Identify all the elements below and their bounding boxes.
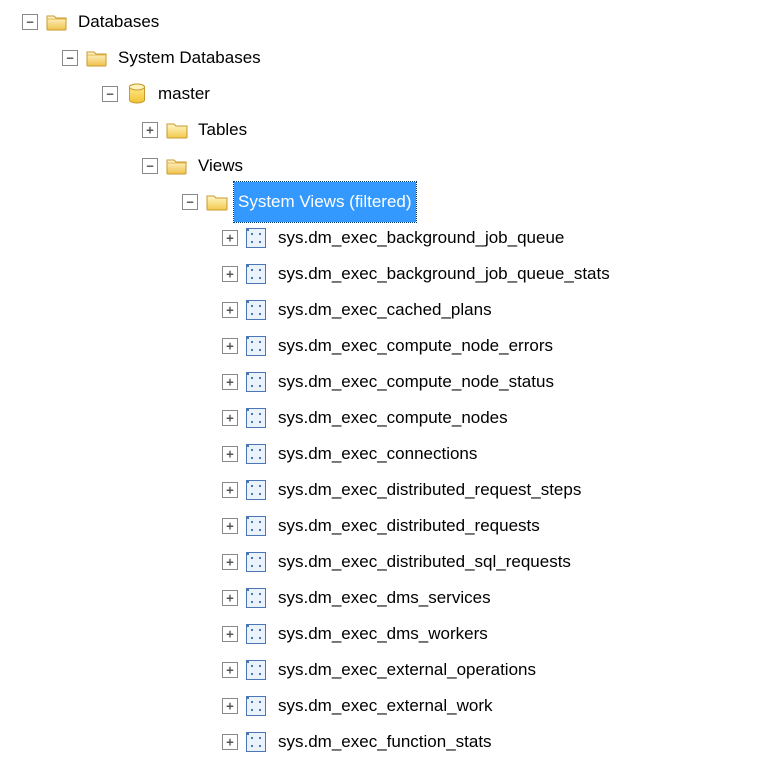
tree-node-view[interactable]: sys.dm_exec_function_stats [4, 724, 772, 760]
view-icon [246, 228, 266, 248]
tree-node-view[interactable]: sys.dm_exec_compute_nodes [4, 400, 772, 436]
node-label: sys.dm_exec_external_work [274, 686, 496, 726]
node-label: Tables [194, 110, 251, 150]
tree-node-view[interactable]: sys.dm_exec_external_operations [4, 652, 772, 688]
node-label: System Databases [114, 38, 265, 78]
expand-toggle[interactable] [142, 158, 158, 174]
expand-toggle[interactable] [222, 410, 238, 426]
tree-node-databases[interactable]: Databases [4, 4, 772, 40]
node-label: Databases [74, 2, 163, 42]
tree-node-system-databases[interactable]: System Databases [4, 40, 772, 76]
tree-node-view[interactable]: sys.dm_exec_distributed_sql_requests [4, 544, 772, 580]
tree-node-view[interactable]: sys.dm_exec_background_job_queue_stats [4, 256, 772, 292]
tree-node-view[interactable]: sys.dm_exec_background_job_queue [4, 220, 772, 256]
tree-node-view[interactable]: sys.dm_exec_compute_node_status [4, 364, 772, 400]
tree-node-views[interactable]: Views [4, 148, 772, 184]
view-icon [246, 372, 266, 392]
tree-node-view[interactable]: sys.dm_exec_external_work [4, 688, 772, 724]
database-icon [126, 84, 148, 104]
expand-toggle[interactable] [222, 662, 238, 678]
node-label: master [154, 74, 214, 114]
expand-toggle[interactable] [102, 86, 118, 102]
tree-node-view[interactable]: sys.dm_exec_dms_services [4, 580, 772, 616]
view-icon [246, 408, 266, 428]
expand-toggle[interactable] [222, 590, 238, 606]
expand-toggle[interactable] [222, 698, 238, 714]
view-icon [246, 660, 266, 680]
folder-closed-icon [166, 120, 188, 140]
view-icon [246, 480, 266, 500]
folder-open-icon [86, 48, 108, 68]
tree-node-master[interactable]: master [4, 76, 772, 112]
tree-node-view[interactable]: sys.dm_exec_connections [4, 436, 772, 472]
expand-toggle[interactable] [142, 122, 158, 138]
view-icon [246, 696, 266, 716]
expand-toggle[interactable] [222, 446, 238, 462]
tree-node-view[interactable]: sys.dm_exec_distributed_requests [4, 508, 772, 544]
node-label: sys.dm_exec_dms_services [274, 578, 495, 618]
node-label: sys.dm_exec_distributed_sql_requests [274, 542, 575, 582]
node-label: sys.dm_exec_dms_workers [274, 614, 492, 654]
expand-toggle[interactable] [222, 734, 238, 750]
node-label: sys.dm_exec_function_stats [274, 722, 496, 762]
tree-node-tables[interactable]: Tables [4, 112, 772, 148]
expand-toggle[interactable] [222, 266, 238, 282]
view-icon [246, 552, 266, 572]
node-label: sys.dm_exec_background_job_queue [274, 218, 568, 258]
view-icon [246, 300, 266, 320]
node-label: sys.dm_exec_external_operations [274, 650, 540, 690]
node-label: sys.dm_exec_connections [274, 434, 481, 474]
expand-toggle[interactable] [222, 338, 238, 354]
view-icon [246, 624, 266, 644]
tree-node-view[interactable]: sys.dm_exec_distributed_request_steps [4, 472, 772, 508]
node-label: sys.dm_exec_compute_node_errors [274, 326, 557, 366]
node-label: sys.dm_exec_background_job_queue_stats [274, 254, 614, 294]
view-icon [246, 732, 266, 752]
expand-toggle[interactable] [62, 50, 78, 66]
expand-toggle[interactable] [222, 230, 238, 246]
object-explorer-tree: Databases System Databases master Tables… [4, 4, 772, 760]
view-icon [246, 516, 266, 536]
expand-toggle[interactable] [222, 554, 238, 570]
folder-open-icon [46, 12, 68, 32]
view-icon [246, 264, 266, 284]
node-label: sys.dm_exec_cached_plans [274, 290, 496, 330]
folder-closed-icon [206, 192, 228, 212]
node-label: sys.dm_exec_distributed_requests [274, 506, 544, 546]
tree-node-view[interactable]: sys.dm_exec_cached_plans [4, 292, 772, 328]
node-label: sys.dm_exec_compute_nodes [274, 398, 512, 438]
tree-node-system-views[interactable]: System Views (filtered) [4, 184, 772, 220]
expand-toggle[interactable] [222, 302, 238, 318]
view-icon [246, 444, 266, 464]
view-icon [246, 588, 266, 608]
expand-toggle[interactable] [22, 14, 38, 30]
node-label: sys.dm_exec_distributed_request_steps [274, 470, 585, 510]
expand-toggle[interactable] [182, 194, 198, 210]
tree-node-view[interactable]: sys.dm_exec_dms_workers [4, 616, 772, 652]
expand-toggle[interactable] [222, 518, 238, 534]
expand-toggle[interactable] [222, 374, 238, 390]
node-label: sys.dm_exec_compute_node_status [274, 362, 558, 402]
system-views-children: sys.dm_exec_background_job_queuesys.dm_e… [4, 220, 772, 760]
expand-toggle[interactable] [222, 626, 238, 642]
folder-open-icon [166, 156, 188, 176]
tree-node-view[interactable]: sys.dm_exec_compute_node_errors [4, 328, 772, 364]
expand-toggle[interactable] [222, 482, 238, 498]
node-label: Views [194, 146, 247, 186]
view-icon [246, 336, 266, 356]
node-label: System Views (filtered) [234, 182, 416, 222]
